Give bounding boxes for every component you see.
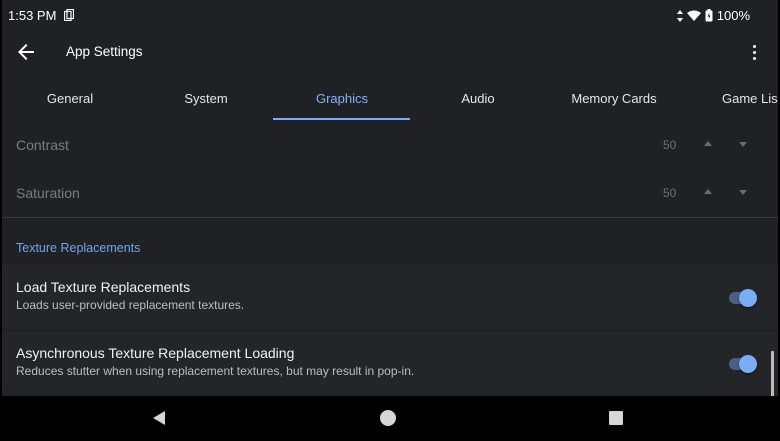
setting-title: Load Texture Replacements [16, 279, 191, 295]
saturation-label: Saturation [16, 185, 80, 201]
tab-game-list[interactable]: Game Lis [682, 76, 778, 121]
section-divider [2, 217, 778, 218]
saturation-setting: Saturation 50 [2, 169, 778, 217]
page-title: App Settings [66, 44, 143, 59]
scrollbar[interactable] [771, 351, 774, 397]
setting-description: Reduces stutter when using replacement t… [16, 364, 415, 378]
contrast-value: 50 [663, 138, 677, 152]
load-texture-replacements-toggle[interactable] [727, 289, 757, 307]
setting-description: Loads user-provided replacement textures… [16, 298, 245, 312]
async-texture-loading-toggle[interactable] [727, 355, 757, 373]
setting-title: Asynchronous Texture Replacement Loading [16, 345, 295, 361]
tab-graphics[interactable]: Graphics [274, 76, 410, 121]
increase-arrow-icon [704, 189, 712, 194]
battery-icon [705, 9, 713, 22]
active-tab-indicator [273, 118, 410, 120]
clipboard-notification-icon [64, 9, 74, 21]
async-texture-loading-setting[interactable]: Asynchronous Texture Replacement Loading… [2, 331, 778, 395]
app-bar: App Settings [2, 30, 778, 74]
increase-arrow-icon [704, 141, 712, 146]
app-window: 1:53 PM 100% App Settings General System… [2, 0, 778, 441]
settings-list[interactable]: Contrast 50 Saturation 50 Texture Replac… [2, 121, 778, 396]
wifi-icon [686, 10, 701, 21]
back-arrow-icon[interactable] [14, 40, 38, 64]
system-navigation-bar [2, 396, 778, 441]
battery-level: 100% [716, 8, 750, 23]
status-icons: 100% [676, 8, 750, 23]
data-transfer-icon [676, 9, 683, 22]
saturation-value: 50 [663, 186, 677, 200]
nav-home-icon[interactable] [380, 410, 396, 426]
tab-bar: General System Graphics Audio Memory Car… [2, 76, 778, 121]
decrease-arrow-icon [739, 142, 747, 147]
section-header-texture-replacements: Texture Replacements [16, 241, 141, 255]
tab-audio[interactable]: Audio [410, 76, 546, 121]
decrease-arrow-icon [739, 190, 747, 195]
switch-thumb [739, 289, 757, 307]
load-texture-replacements-setting[interactable]: Load Texture Replacements Loads user-pro… [2, 265, 778, 329]
nav-recents-icon[interactable] [609, 411, 623, 425]
tab-system[interactable]: System [138, 76, 274, 121]
contrast-setting: Contrast 50 [2, 121, 778, 169]
status-bar: 1:53 PM 100% [2, 0, 778, 30]
status-time: 1:53 PM [8, 8, 57, 23]
contrast-label: Contrast [16, 137, 69, 153]
switch-thumb [739, 355, 757, 373]
overflow-menu-icon[interactable] [742, 40, 766, 64]
nav-back-icon[interactable] [152, 410, 166, 426]
tab-memory-cards[interactable]: Memory Cards [546, 76, 682, 121]
tab-general[interactable]: General [2, 76, 138, 121]
